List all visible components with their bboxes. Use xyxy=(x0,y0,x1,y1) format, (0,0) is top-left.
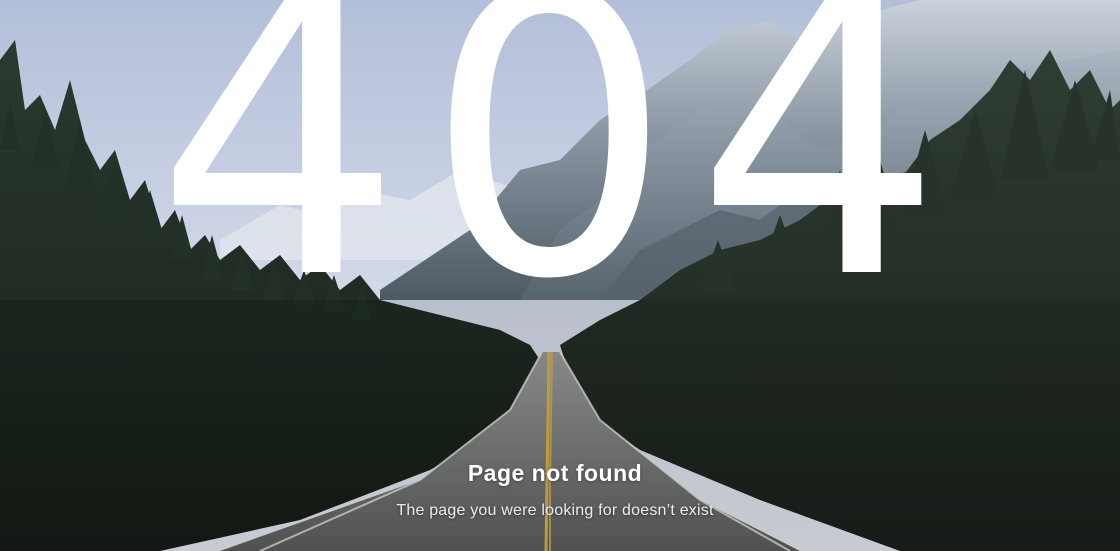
error-code: 404 xyxy=(154,0,966,364)
page-title: Page not found xyxy=(467,460,643,486)
error-message: The page you were looking for doesn’t ex… xyxy=(396,502,714,519)
error-page: 404 Page not found The page you were loo… xyxy=(0,0,1120,551)
